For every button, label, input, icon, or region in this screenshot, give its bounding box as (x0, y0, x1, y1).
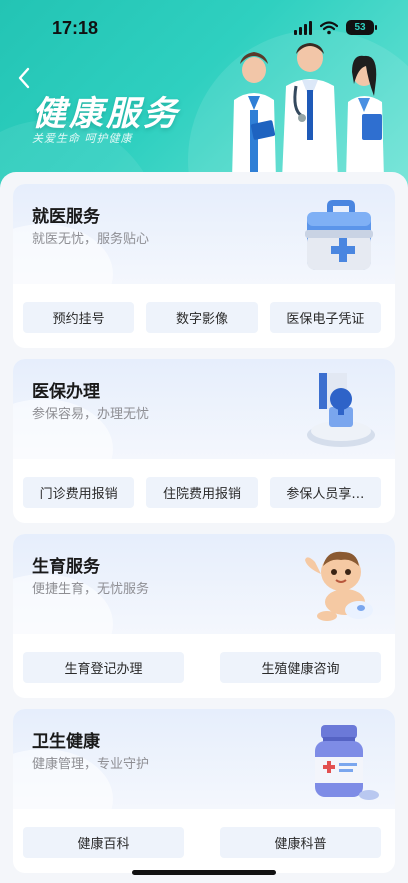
insurance-ecert-button[interactable]: 医保电子凭证 (269, 302, 381, 333)
battery-icon: 53 (346, 20, 377, 35)
health-encyclopedia-button[interactable]: 健康百科 (23, 827, 184, 858)
card-title: 就医服务 (32, 207, 100, 227)
inpatient-claim-button[interactable]: 住院费用报销 (146, 477, 258, 508)
card-desc: 参保容易，办理无忧 (32, 407, 150, 422)
button-row: 健康百科 健康科普 (23, 827, 381, 858)
card-desc: 健康管理，专业守护 (32, 757, 150, 772)
card-health: 卫生健康 健康管理，专业守护 健康百科 健康科普 (13, 709, 395, 873)
appointment-button[interactable]: 预约挂号 (23, 302, 135, 333)
button-row: 预约挂号 数字影像 医保电子凭证 (23, 302, 381, 333)
insured-benefits-button[interactable]: 参保人员享… (269, 477, 381, 508)
outpatient-claim-button[interactable]: 门诊费用报销 (23, 477, 135, 508)
wifi-icon (320, 20, 338, 34)
card-desc: 就医无忧，服务贴心 (32, 232, 150, 247)
page-subtitle: 关爱生命 呵护健康 (32, 132, 133, 145)
first-aid-kit-icon (305, 200, 373, 270)
home-indicator (132, 870, 276, 875)
card-medical-service: 就医服务 就医无忧，服务贴心 预约挂号 数字影像 医保电子凭证 (13, 184, 395, 348)
digital-imaging-button[interactable]: 数字影像 (146, 302, 258, 333)
baby-icon (305, 551, 373, 621)
signal-icon (294, 20, 312, 35)
services-panel: 就医服务 就医无忧，服务贴心 预约挂号 数字影像 医保电子凭证 医保办理 参保容… (0, 172, 408, 883)
page-title: 健康服务 (32, 94, 180, 134)
card-title: 生育服务 (32, 557, 100, 577)
medicine-bottle-icon (315, 725, 379, 800)
card-desc: 便捷生育，无忧服务 (32, 582, 150, 597)
card-title: 卫生健康 (32, 732, 100, 752)
button-row: 生育登记办理 生殖健康咨询 (23, 652, 381, 683)
birth-registration-button[interactable]: 生育登记办理 (23, 652, 184, 683)
reproductive-consult-button[interactable]: 生殖健康咨询 (220, 652, 381, 683)
chevron-left-icon (18, 67, 30, 89)
doctors-illustration (232, 43, 384, 180)
health-education-button[interactable]: 健康科普 (220, 827, 381, 858)
card-maternity: 生育服务 便捷生育，无忧服务 生育登记办理 生殖健康咨询 (13, 534, 395, 698)
status-bar: 17:18 53 (0, 0, 408, 56)
status-time: 17:18 (52, 18, 99, 38)
status-icons: 53 (294, 20, 377, 35)
header-banner: 17:18 53 健康服务 关爱生命 呵护健康 (0, 0, 408, 200)
card-title: 医保办理 (32, 382, 100, 402)
card-insurance: 医保办理 参保容易，办理无忧 门诊费用报销 住院费用报销 参保人员享… (13, 359, 395, 523)
back-button[interactable] (10, 64, 38, 92)
stamp-icon (307, 373, 375, 447)
button-row: 门诊费用报销 住院费用报销 参保人员享… (23, 477, 381, 508)
